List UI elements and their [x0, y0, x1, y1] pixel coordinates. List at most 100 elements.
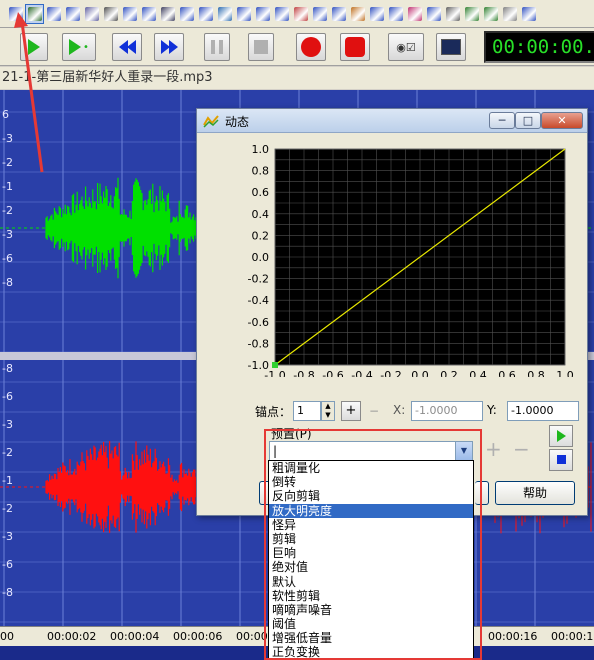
x-value-input[interactable]: -1.0000: [411, 401, 483, 421]
panel-icon: [441, 39, 461, 55]
y-value-input[interactable]: -1.0000: [507, 401, 579, 421]
file-title: 21-1-第三届新华好人重录一段.mp3: [0, 67, 594, 89]
time-tick-label: 00:00:02: [47, 630, 97, 643]
toolbar-button-waveform[interactable]: [310, 4, 329, 24]
record-new-button[interactable]: [340, 33, 370, 61]
toolbar-button-scissor-x[interactable]: [367, 4, 386, 24]
add-preset-button[interactable]: +: [485, 437, 502, 461]
arrow-up-down-icon: [255, 6, 270, 21]
toolbar-button-rainbow-bar[interactable]: [405, 4, 424, 24]
remove-preset-button[interactable]: −: [513, 437, 530, 461]
play-button[interactable]: [20, 33, 48, 61]
preview-play-button[interactable]: [549, 425, 573, 447]
amplitude-label: -2: [2, 204, 13, 217]
toolbar-button-normalize[interactable]: [120, 4, 139, 24]
toolbar-button-palette[interactable]: [348, 4, 367, 24]
rainbow-bar-icon: [407, 6, 422, 21]
color-grid-icon: [293, 6, 308, 21]
toolbar-button-lightbulb[interactable]: [500, 4, 519, 24]
spectrum-icon: [217, 6, 232, 21]
record-icon: [301, 37, 321, 57]
amplitude-label: -3: [2, 132, 13, 145]
toolbar-button-equalizer-bars[interactable]: [272, 4, 291, 24]
toolbar-button-expand-vertical[interactable]: [63, 4, 82, 24]
time-tick-label: 00:00:04: [110, 630, 160, 643]
rewind-button[interactable]: [112, 33, 142, 61]
display-panel-button[interactable]: [436, 33, 466, 61]
add-anchor-button[interactable]: +: [341, 401, 361, 421]
amplitude-label: 6: [2, 108, 9, 121]
anchor-spinner[interactable]: ▲ ▼: [321, 401, 335, 421]
monitor-toggle[interactable]: ◉☑: [388, 33, 424, 61]
x-tick-label: -0.8: [293, 369, 314, 377]
toolbar-button-cut-marks[interactable]: [6, 4, 25, 24]
remove-anchor-button[interactable]: −: [369, 404, 379, 418]
toolbar-button-arrow-up-down[interactable]: [253, 4, 272, 24]
minimize-button[interactable]: ─: [489, 112, 515, 129]
y-tick-label: 0.8: [252, 165, 270, 178]
y-tick-label: -0.2: [248, 273, 269, 286]
pause-button[interactable]: [204, 33, 230, 61]
toolbar-button-eye[interactable]: [329, 4, 348, 24]
dynamics-tool-icon: [27, 6, 42, 21]
play-icon: [28, 39, 40, 55]
close-button[interactable]: ✕: [541, 112, 583, 129]
target-icon: [483, 6, 498, 21]
toolbar-button-loop[interactable]: [462, 4, 481, 24]
toolbar-button-gear[interactable]: [158, 4, 177, 24]
bowtie-icon: [388, 6, 403, 21]
anchor-point[interactable]: [272, 362, 278, 368]
dialog-titlebar[interactable]: 动态 ─ □ ✕: [197, 109, 587, 133]
record-button[interactable]: [296, 33, 326, 61]
anchor-label: 锚点：: [255, 405, 292, 419]
toolbar-button-center[interactable]: [139, 4, 158, 24]
x-tick-label: 0.4: [469, 369, 487, 377]
amplitude-label: -8: [2, 276, 13, 289]
toolbar-button-target[interactable]: [481, 4, 500, 24]
transfer-curve-graph[interactable]: -1.0 -0.8 -0.6 -0.4 -0.2 0.0 0.2 0.4 0.6 0.8 1.0 1.…: [235, 143, 573, 377]
effects-toolbar: [0, 0, 594, 28]
toolbar-button-arrow-left[interactable]: [234, 4, 253, 24]
toolbar-button-fade[interactable]: [101, 4, 120, 24]
help-button[interactable]: 帮助: [495, 481, 575, 505]
toolbar-button-bowtie[interactable]: [386, 4, 405, 24]
ring-icon: [445, 6, 460, 21]
maximize-button[interactable]: □: [515, 112, 541, 129]
normalize-icon: [122, 6, 137, 21]
toolbar-button-ring[interactable]: [443, 4, 462, 24]
toolbar-button-dynamics-tool[interactable]: [25, 3, 44, 24]
fast-forward-button[interactable]: [154, 33, 184, 61]
toolbar-button-record-disc[interactable]: [424, 4, 443, 24]
x-tick-label: 0.0: [411, 369, 429, 377]
toolbar-button-shift[interactable]: [177, 4, 196, 24]
marker-right-icon: [46, 6, 61, 21]
spin-down-icon[interactable]: ▼: [322, 411, 334, 420]
transfer-curve-chart[interactable]: -1.0 -0.8 -0.6 -0.4 -0.2 0.0 0.2 0.4 0.6 0.8 1.0 1.…: [235, 143, 573, 377]
y-tick-label: 0.6: [252, 186, 270, 199]
toolbar-button-insert-silence[interactable]: [82, 4, 101, 24]
toolbar-button-color-grid[interactable]: [291, 4, 310, 24]
stop-button[interactable]: [248, 33, 274, 61]
shift-icon: [179, 6, 194, 21]
play-to-end-button[interactable]: •: [62, 33, 96, 61]
amplitude-label: -8: [2, 362, 13, 375]
toolbar-button-marker-right[interactable]: [44, 4, 63, 24]
lightbulb-icon: [502, 6, 517, 21]
amplitude-label: -6: [2, 252, 13, 265]
time-tick-label: 00:00:16: [488, 630, 538, 643]
toolbar-button-clip[interactable]: [519, 4, 538, 24]
toolbar-button-spectrum[interactable]: [215, 4, 234, 24]
toolbar-button-table[interactable]: [196, 4, 215, 24]
preview-stop-button[interactable]: [549, 449, 573, 471]
clip-icon: [521, 6, 536, 21]
spin-up-icon[interactable]: ▲: [322, 402, 334, 411]
radio-check-icon: ◉☑: [396, 40, 416, 54]
y-tick-label: 0.0: [252, 251, 270, 264]
time-display: 00:00:00.0: [484, 31, 594, 63]
anchor-input[interactable]: 1: [293, 401, 321, 421]
amplitude-label: -3: [2, 418, 13, 431]
amplitude-label: -6: [2, 390, 13, 403]
plus-node-icon: +: [345, 403, 357, 418]
stop-icon: [556, 455, 566, 464]
x-tick-label: -0.2: [380, 369, 401, 377]
